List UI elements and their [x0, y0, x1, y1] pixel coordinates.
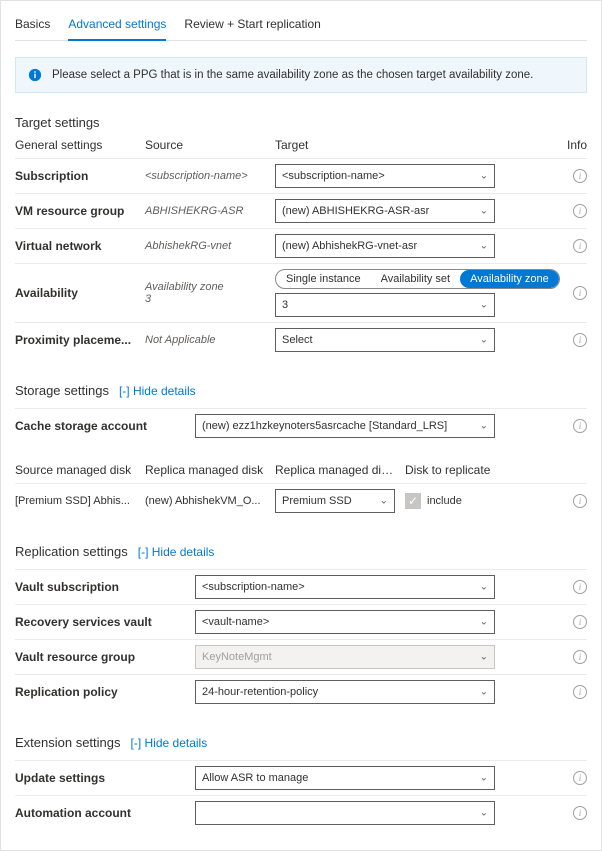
select-subscription[interactable]: <subscription-name> ⌄ [275, 164, 495, 188]
chevron-down-icon: ⌄ [480, 687, 488, 698]
label-vnet: Virtual network [15, 239, 145, 253]
info-icon-policy[interactable]: i [573, 685, 587, 699]
info-banner-text: Please select a PPG that is in the same … [52, 69, 533, 81]
select-vm-rg[interactable]: (new) ABHISHEKRG-ASR-asr ⌄ [275, 199, 495, 223]
hide-details-storage[interactable]: [-] Hide details [119, 384, 196, 398]
info-icon-subscription[interactable]: i [573, 169, 587, 183]
chevron-down-icon: ⌄ [380, 496, 388, 507]
label-cache-storage: Cache storage account [15, 419, 195, 433]
info-icon-disk[interactable]: i [573, 494, 587, 508]
checkmark-icon: ✓ [408, 494, 418, 508]
chevron-down-icon: ⌄ [480, 206, 488, 217]
select-replication-policy[interactable]: 24-hour-retention-policy ⌄ [195, 680, 495, 704]
header-target: Target [275, 138, 495, 152]
info-icon-vault-sub[interactable]: i [573, 580, 587, 594]
disk-header-replicate: Disk to replicate [405, 463, 515, 477]
label-ppg: Proximity placeme... [15, 333, 145, 347]
info-icon-automation[interactable]: i [573, 806, 587, 820]
section-title-storage: Storage settings [15, 383, 109, 398]
select-recovery-vault[interactable]: <vault-name> ⌄ [195, 610, 495, 634]
label-vm-rg: VM resource group [15, 204, 145, 218]
tab-review-start[interactable]: Review + Start replication [184, 13, 320, 40]
header-source: Source [145, 138, 275, 152]
chevron-down-icon: ⌄ [480, 808, 488, 819]
disk-header-source: Source managed disk [15, 463, 145, 477]
seg-single-instance[interactable]: Single instance [276, 270, 371, 288]
label-availability: Availability [15, 286, 145, 300]
disk-header-replica-type: Replica managed dis... [275, 463, 405, 477]
header-info: Info [495, 138, 587, 152]
chevron-down-icon: ⌄ [480, 300, 488, 311]
section-title-replication: Replication settings [15, 544, 128, 559]
info-icon-vm-rg[interactable]: i [573, 204, 587, 218]
source-subscription: <subscription-name> [145, 170, 275, 182]
label-update-settings: Update settings [15, 771, 195, 785]
disk-source: [Premium SSD] Abhis... [15, 495, 145, 507]
chevron-down-icon: ⌄ [480, 652, 488, 663]
info-icon-vault[interactable]: i [573, 615, 587, 629]
select-vault-sub[interactable]: <subscription-name> ⌄ [195, 575, 495, 599]
label-subscription: Subscription [15, 169, 145, 183]
select-ppg[interactable]: Select ⌄ [275, 328, 495, 352]
source-vnet: AbhishekRG-vnet [145, 240, 275, 252]
hide-details-extension[interactable]: [-] Hide details [131, 736, 208, 750]
label-recovery-vault: Recovery services vault [15, 615, 195, 629]
tab-basics[interactable]: Basics [15, 13, 50, 40]
chevron-down-icon: ⌄ [480, 241, 488, 252]
select-disk-type[interactable]: Premium SSD ⌄ [275, 489, 395, 513]
label-automation-account: Automation account [15, 806, 195, 820]
hide-details-replication[interactable]: [-] Hide details [138, 545, 215, 559]
select-automation-account[interactable]: ⌄ [195, 801, 495, 825]
section-title-target: Target settings [15, 115, 587, 130]
info-icon-vault-rg[interactable]: i [573, 650, 587, 664]
label-replication-policy: Replication policy [15, 685, 195, 699]
chevron-down-icon: ⌄ [480, 421, 488, 432]
label-vault-sub: Vault subscription [15, 580, 195, 594]
source-availability: Availability zone 3 [145, 281, 275, 305]
tab-advanced-settings[interactable]: Advanced settings [68, 13, 166, 41]
info-icon-update[interactable]: i [573, 771, 587, 785]
seg-availability-set[interactable]: Availability set [371, 270, 461, 288]
chevron-down-icon: ⌄ [480, 773, 488, 784]
chevron-down-icon: ⌄ [480, 335, 488, 346]
section-title-extension: Extension settings [15, 735, 121, 750]
source-ppg: Not Applicable [145, 334, 275, 346]
select-vault-rg: KeyNoteMgmt ⌄ [195, 645, 495, 669]
label-vault-rg: Vault resource group [15, 650, 195, 664]
chevron-down-icon: ⌄ [480, 617, 488, 628]
tabs-bar: Basics Advanced settings Review + Start … [15, 13, 587, 41]
info-icon-availability[interactable]: i [573, 286, 587, 300]
info-icon-cache[interactable]: i [573, 419, 587, 433]
header-general: General settings [15, 138, 145, 152]
info-icon-vnet[interactable]: i [573, 239, 587, 253]
source-vm-rg: ABHISHEKRG-ASR [145, 205, 275, 217]
disk-replica: (new) AbhishekVM_O... [145, 495, 275, 507]
select-availability-zone[interactable]: 3 ⌄ [275, 293, 495, 317]
info-banner: Please select a PPG that is in the same … [15, 57, 587, 93]
info-icon [28, 68, 42, 82]
disk-header-replica: Replica managed disk [145, 463, 275, 477]
chevron-down-icon: ⌄ [480, 582, 488, 593]
select-update-settings[interactable]: Allow ASR to manage ⌄ [195, 766, 495, 790]
info-icon-ppg[interactable]: i [573, 333, 587, 347]
chevron-down-icon: ⌄ [480, 171, 488, 182]
select-cache-storage[interactable]: (new) ezz1hzkeynoters5asrcache [Standard… [195, 414, 495, 438]
checkbox-include[interactable]: ✓ [405, 493, 421, 509]
select-vnet[interactable]: (new) AbhishekRG-vnet-asr ⌄ [275, 234, 495, 258]
